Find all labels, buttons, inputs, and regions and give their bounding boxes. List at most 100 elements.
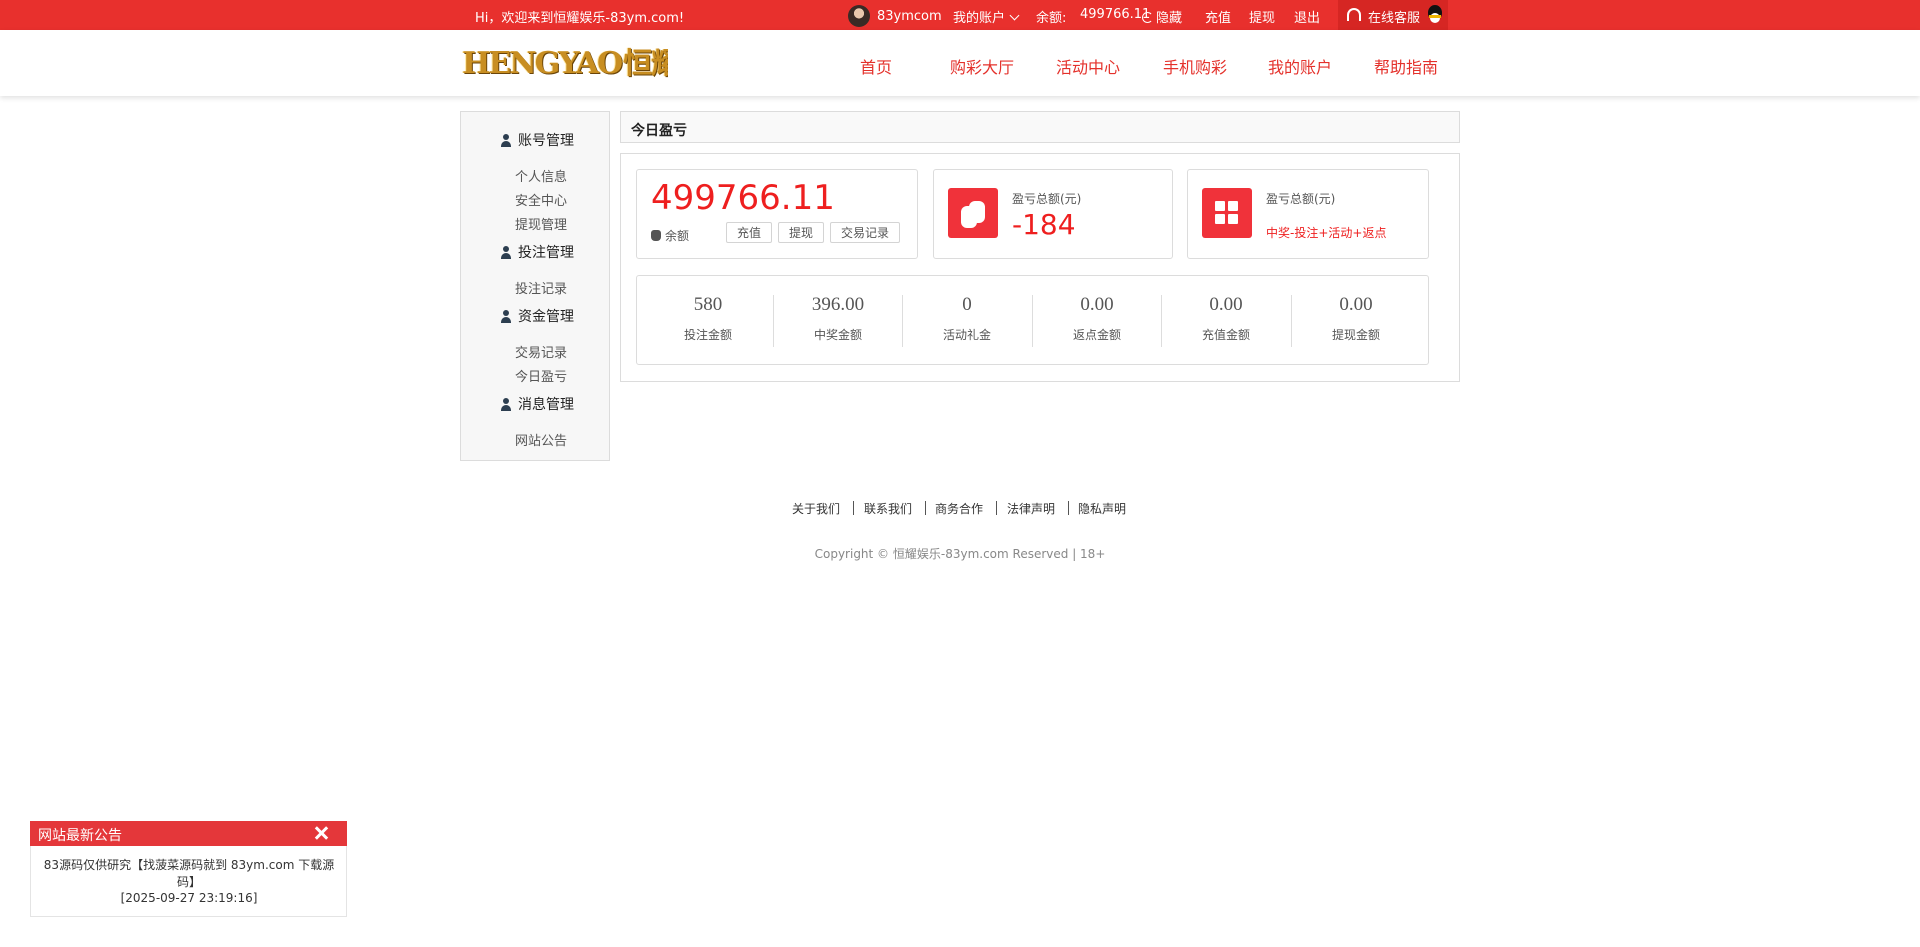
sidebar-item-personal-info[interactable]: 个人信息	[515, 166, 567, 185]
divider	[1068, 501, 1069, 515]
profit-value: -184	[1012, 208, 1076, 241]
hide-label: 隐藏	[1156, 11, 1183, 26]
avatar[interactable]	[848, 5, 870, 27]
nav-my-account[interactable]: 我的账户	[1268, 54, 1332, 78]
balance-label: 余额	[651, 227, 689, 244]
logo-en: HENGYAO	[462, 46, 623, 81]
divider	[853, 501, 854, 515]
stat-value: 0.00	[1339, 294, 1373, 315]
footer-link-legal[interactable]: 法律声明	[1007, 500, 1055, 517]
recharge-button[interactable]: 充值	[726, 222, 772, 243]
my-account-label: 我的账户	[953, 11, 1006, 26]
site-header: HENGYAO恒耀 首页 购彩大厅 活动中心 手机购彩 我的账户 帮助指南	[0, 30, 1920, 96]
balance-amount: 499766.11	[651, 178, 835, 218]
nav-home[interactable]: 首页	[860, 54, 892, 78]
stat-label: 投注金额	[683, 328, 732, 342]
footer-link-contact[interactable]: 联系我们	[864, 500, 912, 517]
copyright: Copyright © 恒耀娱乐-83ym.com Reserved | 18+	[814, 547, 1106, 561]
online-service-label: 在线客服	[1368, 11, 1421, 26]
withdraw-button[interactable]: 提现	[778, 222, 824, 243]
sidebar-section-funds: 资金管理	[500, 306, 574, 326]
profit-label: 盈亏总额(元)	[1012, 192, 1082, 206]
sidebar-section-account: 账号管理	[500, 130, 574, 150]
notice-date: [2025-09-27 23:19:16]	[120, 891, 258, 905]
stat-label: 活动礼金	[942, 328, 991, 342]
stat-label: 提现金额	[1331, 328, 1380, 342]
user-icon	[500, 397, 512, 411]
stat-activity-bonus: 0 活动礼金	[902, 276, 1032, 366]
my-account-menu[interactable]: 我的账户	[953, 7, 1020, 26]
recharge-link[interactable]: 充值	[1205, 7, 1231, 26]
footer-link-privacy[interactable]: 隐私声明	[1078, 500, 1126, 517]
notice-title: 网站最新公告	[38, 828, 122, 844]
divider	[925, 501, 926, 515]
footer-link-about[interactable]: 关于我们	[792, 500, 840, 517]
stat-withdraw-amount: 0.00 提现金额	[1291, 276, 1421, 366]
notice-header: 网站最新公告	[30, 821, 347, 846]
stat-value: 0	[962, 294, 972, 315]
sidebar-item-today-profit[interactable]: 今日盈亏	[515, 366, 567, 385]
notice-popup: 网站最新公告 83源码仅供研究【找菠菜源码就到 83ym.com 下载源码】 […	[30, 821, 347, 917]
stat-rebate-amount: 0.00 返点金额	[1032, 276, 1162, 366]
stat-value: 396.00	[811, 294, 865, 315]
notice-text[interactable]: 83源码仅供研究【找菠菜源码就到 83ym.com 下载源码】	[39, 857, 339, 891]
user-icon	[500, 309, 512, 323]
logo-cn: 恒耀	[623, 46, 668, 80]
sidebar-item-security-center[interactable]: 安全中心	[515, 190, 567, 209]
footer-link-business[interactable]: 商务合作	[935, 500, 983, 517]
nav-lottery-hall[interactable]: 购彩大厅	[950, 54, 1014, 78]
close-icon[interactable]	[312, 824, 330, 842]
money-bag-icon	[651, 230, 661, 241]
welcome-text: Hi，欢迎来到恒耀娱乐-83ym.com!	[475, 11, 685, 26]
sidebar-item-transaction-records[interactable]: 交易记录	[515, 342, 567, 361]
balance-label-text: 余额	[665, 229, 690, 243]
stat-label: 返点金额	[1072, 328, 1121, 342]
balance-card: 499766.11 余额 充值 提现 交易记录	[636, 169, 918, 259]
sidebar-section-title: 资金管理	[518, 309, 574, 325]
chevron-down-icon	[1009, 10, 1020, 21]
nav-activity-center[interactable]: 活动中心	[1056, 54, 1120, 78]
panel-body: 499766.11 余额 充值 提现 交易记录 盈亏总额(元) -184 盈亏总…	[620, 153, 1460, 382]
panel-header: 今日盈亏	[620, 111, 1460, 143]
logout-link[interactable]: 退出	[1294, 7, 1320, 26]
user-info[interactable]: 83ymcom	[848, 5, 942, 27]
transaction-records-button[interactable]: 交易记录	[830, 222, 900, 243]
sidebar: 账号管理 个人信息 安全中心 提现管理 投注管理 投注记录 资金管理 交易记录 …	[460, 111, 610, 461]
profit-formula-card: 盈亏总额(元) 中奖-投注+活动+返点	[1187, 169, 1429, 259]
page-title: 今日盈亏	[631, 123, 687, 139]
balance-label: 余额:	[1036, 11, 1067, 26]
top-bar: Hi，欢迎来到恒耀娱乐-83ym.com! 83ymcom 我的账户 余额: 4…	[0, 0, 1920, 30]
stat-recharge-amount: 0.00 充值金额	[1161, 276, 1291, 366]
sidebar-item-withdraw-management[interactable]: 提现管理	[515, 214, 567, 233]
withdraw-link[interactable]: 提现	[1249, 7, 1275, 26]
formula-card-label: 盈亏总额(元)	[1266, 192, 1336, 206]
qq-penguin-icon[interactable]	[1426, 5, 1444, 25]
hide-balance-toggle[interactable]: 隐藏	[1138, 7, 1182, 26]
stat-win-amount: 396.00 中奖金额	[773, 276, 903, 366]
sidebar-section-betting: 投注管理	[500, 242, 574, 262]
nav-help-guide[interactable]: 帮助指南	[1374, 54, 1438, 78]
grid-icon	[1202, 188, 1252, 238]
stat-value: 580	[693, 294, 723, 315]
user-icon	[500, 245, 512, 259]
profit-formula: 中奖-投注+活动+返点	[1266, 226, 1387, 240]
sidebar-section-title: 投注管理	[518, 245, 574, 261]
stat-bet-amount: 580 投注金额	[643, 276, 773, 366]
sidebar-section-messages: 消息管理	[500, 394, 574, 414]
sidebar-item-site-notice[interactable]: 网站公告	[515, 430, 567, 449]
sidebar-section-title: 账号管理	[518, 133, 574, 149]
profit-card: 盈亏总额(元) -184	[933, 169, 1173, 259]
sidebar-item-bet-records[interactable]: 投注记录	[515, 278, 567, 297]
stat-value: 0.00	[1209, 294, 1243, 315]
stat-label: 充值金额	[1201, 328, 1250, 342]
nav-mobile-lottery[interactable]: 手机购彩	[1163, 54, 1227, 78]
stats-card: 580 投注金额 396.00 中奖金额 0 活动礼金 0.00 返点金额 0.00 充值…	[636, 275, 1429, 365]
username[interactable]: 83ymcom	[877, 9, 942, 24]
headset-icon	[1347, 8, 1361, 21]
site-logo[interactable]: HENGYAO恒耀	[462, 46, 668, 80]
divider	[996, 501, 997, 515]
coins-icon	[948, 188, 998, 238]
refresh-icon[interactable]	[1142, 12, 1153, 23]
sidebar-section-title: 消息管理	[518, 397, 574, 413]
stat-label: 中奖金额	[813, 328, 862, 342]
